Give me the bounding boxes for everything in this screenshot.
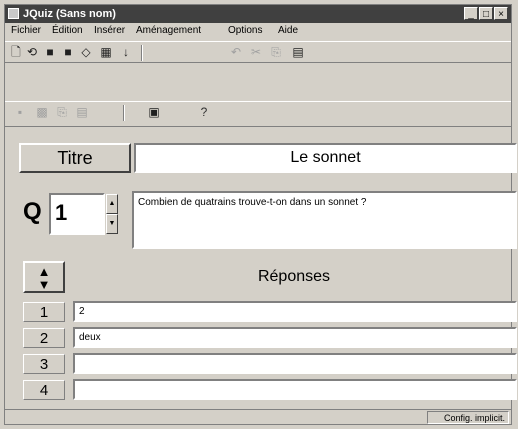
spin-up-icon[interactable]: ▲ [106, 194, 118, 214]
maximize-button[interactable]: □ [479, 7, 493, 20]
close-button[interactable]: × [494, 7, 508, 20]
menu-bar: Fichier Édition Insérer Aménagement Opti… [5, 23, 511, 39]
answer-number: 3 [23, 354, 65, 374]
responses-header: Réponses [257, 268, 331, 285]
cut-icon[interactable]: ✂ [249, 46, 263, 59]
menu-amenagement[interactable]: Aménagement [136, 25, 201, 36]
toolbar-separator [141, 45, 143, 61]
arrow-down-icon: ▼ [37, 277, 51, 292]
window-title: JQuiz (Sans nom) [23, 8, 116, 20]
grid-icon[interactable]: ▦ [99, 46, 113, 59]
open-icon[interactable]: ⟲ [25, 46, 39, 59]
save-as-icon[interactable]: ■ [61, 46, 75, 59]
answer-field[interactable] [73, 379, 517, 400]
title-field[interactable]: Le sonnet [134, 143, 517, 173]
paste-icon[interactable]: ▤ [75, 106, 89, 119]
spin-down-icon[interactable]: ▼ [106, 214, 118, 234]
status-text: Config. implicit. [427, 411, 509, 424]
pin-icon[interactable]: ↓ [119, 46, 133, 59]
help-icon[interactable]: ? [197, 106, 211, 119]
paste-icon[interactable]: ▤ [291, 46, 305, 59]
menu-fichier[interactable]: Fichier [11, 25, 41, 36]
save-icon[interactable]: ■ [43, 46, 57, 59]
erase-icon[interactable]: ◇ [79, 46, 93, 59]
app-window: JQuiz (Sans nom) _ □ × Fichier Édition I… [4, 4, 517, 425]
minimize-button[interactable]: _ [464, 7, 478, 20]
export-icon[interactable]: ▪ [13, 106, 27, 119]
answer-number: 4 [23, 380, 65, 400]
undo-icon[interactable]: ↶ [229, 46, 243, 59]
menu-inserer[interactable]: Insérer [94, 25, 125, 36]
question-text-field[interactable]: Combien de quatrains trouve-t-on dans un… [132, 191, 517, 249]
menu-edition[interactable]: Édition [52, 25, 83, 36]
copy-icon[interactable]: ⎘ [55, 106, 69, 119]
answer-number: 2 [23, 328, 65, 348]
question-number-field[interactable]: 1 [49, 193, 105, 235]
answer-field[interactable] [73, 353, 517, 374]
config-icon[interactable]: ▩ [35, 106, 49, 119]
toolbar-separator [123, 105, 125, 121]
new-icon[interactable]: 🗋 [9, 46, 23, 59]
secondary-toolbar: ▪ ▩ ⎘ ▤ ▣ ? [5, 101, 511, 127]
titre-button[interactable]: Titre [19, 143, 131, 173]
status-bar: Config. implicit. [5, 409, 511, 425]
title-bar: JQuiz (Sans nom) _ □ × [5, 5, 511, 23]
menu-options[interactable]: Options [228, 25, 262, 36]
question-label: Q [23, 198, 42, 225]
web-icon[interactable]: ▣ [147, 106, 161, 119]
copy-icon[interactable]: ⎘ [269, 46, 283, 59]
main-toolbar: 🗋 ⟲ ■ ■ ◇ ▦ ↓ ↶ ✂ ⎘ ▤ [5, 41, 511, 63]
answer-field[interactable]: deux [73, 327, 517, 348]
menu-aide[interactable]: Aide [278, 25, 298, 36]
answer-number: 1 [23, 302, 65, 322]
reorder-responses-button[interactable]: ▲ ▼ [23, 261, 65, 293]
question-number-spinner[interactable]: ▲ ▼ [106, 194, 118, 234]
app-icon [8, 8, 19, 19]
answer-field[interactable]: 2 [73, 301, 517, 322]
